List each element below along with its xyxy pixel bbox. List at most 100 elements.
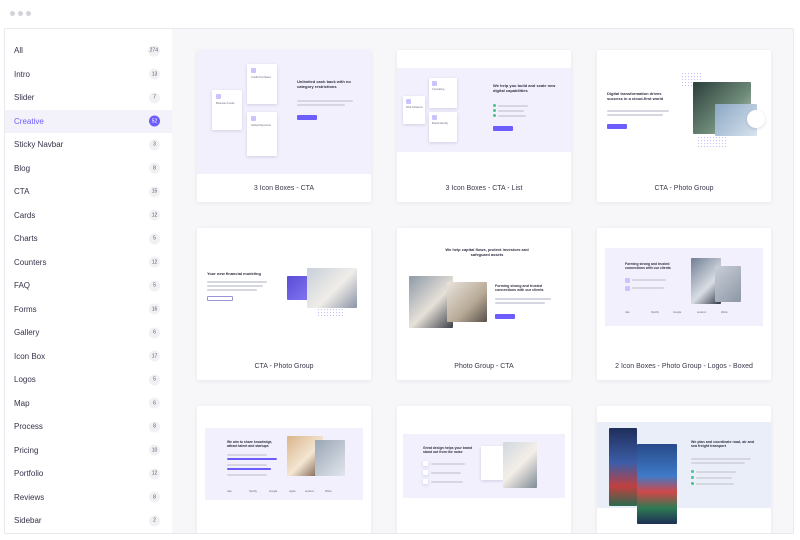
template-card[interactable]: Web Solutions Consulting Brand Identity … bbox=[397, 50, 571, 202]
window-dot[interactable] bbox=[26, 11, 31, 16]
preview-heading: Unlimited cash back with no category res… bbox=[297, 79, 351, 89]
box-label: Web Solutions bbox=[406, 106, 423, 109]
count-badge: 16 bbox=[149, 303, 160, 315]
preview-photo bbox=[447, 282, 487, 322]
count-badge: 3 bbox=[149, 139, 160, 151]
sidebar-item-label: Reviews bbox=[14, 492, 45, 502]
sidebar-item-label: Forms bbox=[14, 304, 37, 314]
template-card[interactable]: Business Funds Credit Purchases Global P… bbox=[197, 50, 371, 202]
logo: nike bbox=[227, 490, 232, 493]
count-badge: 2 bbox=[149, 515, 160, 527]
box-label: Credit Purchases bbox=[251, 76, 271, 79]
preview-button bbox=[207, 296, 233, 301]
sidebar-item-charts[interactable]: Charts 5 bbox=[5, 227, 172, 251]
sidebar-item-map[interactable]: Map 6 bbox=[5, 392, 172, 416]
preview-icon-box: Consulting bbox=[429, 78, 457, 108]
template-preview: We plan and coordinate road, air and sea… bbox=[597, 406, 771, 530]
logo: nike bbox=[625, 311, 630, 314]
preview-icon-box: Brand Identity bbox=[429, 112, 457, 142]
sidebar-item-process[interactable]: Process 8 bbox=[5, 415, 172, 439]
box-icon bbox=[406, 99, 411, 104]
count-badge: 8 bbox=[149, 162, 160, 174]
card-title: 2 Icon Boxes - Photo Group - Logos - Box… bbox=[615, 363, 753, 370]
sidebar-item-label: Blog bbox=[14, 163, 31, 173]
count-badge: 8 bbox=[149, 421, 160, 433]
preview-icon-box: Web Solutions bbox=[403, 96, 425, 124]
template-card[interactable]: Forming strong and trusted connections w… bbox=[597, 228, 771, 380]
logo: Spotify bbox=[651, 311, 659, 314]
template-card[interactable]: We plan and coordinate road, air and sea… bbox=[597, 406, 771, 533]
window-dot[interactable] bbox=[10, 11, 15, 16]
template-card[interactable]: We aim to share knowledge, attract talen… bbox=[197, 406, 371, 533]
card-title: Photo Group - CTA bbox=[454, 363, 514, 370]
template-card[interactable]: We help capital flows, protect investors… bbox=[397, 228, 571, 380]
sidebar-item-label: Sticky Navbar bbox=[14, 140, 64, 150]
title-bar bbox=[0, 0, 800, 28]
template-preview: We help capital flows, protect investors… bbox=[397, 228, 571, 352]
preview-button bbox=[297, 115, 317, 120]
preview-heading: We help you build and scale new digital … bbox=[493, 83, 556, 93]
template-preview: We aim to share knowledge, attract talen… bbox=[197, 406, 371, 530]
count-badge: 12 bbox=[149, 209, 160, 221]
preview-stat-badge bbox=[747, 110, 765, 128]
count-badge: 17 bbox=[149, 350, 160, 362]
sidebar-item-logos[interactable]: Logos 5 bbox=[5, 368, 172, 392]
template-preview: Business Funds Credit Purchases Global P… bbox=[197, 50, 371, 174]
logo: Google bbox=[673, 311, 682, 314]
logo: Zillow bbox=[721, 311, 728, 314]
count-badge: 7 bbox=[149, 92, 160, 104]
sidebar-item-label: Icon Box bbox=[14, 351, 46, 361]
logo: amazon bbox=[697, 311, 707, 314]
sidebar-item-cta[interactable]: CTA 15 bbox=[5, 180, 172, 204]
box-label: Consulting bbox=[432, 88, 445, 91]
template-card[interactable]: Digital transformation drives success in… bbox=[597, 50, 771, 202]
sidebar-item-creative[interactable]: Creative 52 bbox=[5, 109, 172, 133]
sidebar-item-reviews[interactable]: Reviews 8 bbox=[5, 486, 172, 510]
sidebar-item-portfolio[interactable]: Portfolio 12 bbox=[5, 462, 172, 486]
sidebar-item-sticky-navbar[interactable]: Sticky Navbar 3 bbox=[5, 133, 172, 157]
card-title: 3 Icon Boxes - CTA bbox=[253, 185, 315, 192]
box-label: Global Payments bbox=[251, 124, 271, 127]
sidebar-item-pricing[interactable]: Pricing 10 bbox=[5, 439, 172, 463]
logo: Apple bbox=[289, 490, 296, 493]
count-badge: 15 bbox=[149, 186, 160, 198]
sidebar-item-intro[interactable]: Intro 13 bbox=[5, 63, 172, 87]
sidebar-item-counters[interactable]: Counters 12 bbox=[5, 251, 172, 275]
count-badge: 5 bbox=[149, 374, 160, 386]
preview-button bbox=[493, 126, 513, 131]
sidebar-item-sidebar[interactable]: Sidebar 2 bbox=[5, 509, 172, 533]
app-window: All 274 Intro 13 Slider 7 Creative 52 Sticky… bbox=[0, 0, 800, 540]
box-label: Business Funds bbox=[216, 102, 235, 105]
sidebar-item-faq[interactable]: FAQ 5 bbox=[5, 274, 172, 298]
preview-icon-box: Business Funds bbox=[212, 90, 242, 130]
template-card[interactable]: Your new financial modeling CTA - Photo … bbox=[197, 228, 371, 380]
sidebar-item-label: Charts bbox=[14, 234, 38, 244]
card-title: CTA - Photo Group bbox=[254, 363, 314, 370]
sidebar-item-gallery[interactable]: Gallery 6 bbox=[5, 321, 172, 345]
sidebar-item-all[interactable]: All 274 bbox=[5, 39, 172, 63]
sidebar-item-forms[interactable]: Forms 16 bbox=[5, 298, 172, 322]
box-icon bbox=[432, 115, 437, 120]
template-preview: Web Solutions Consulting Brand Identity … bbox=[397, 50, 571, 174]
box-icon bbox=[251, 116, 256, 121]
sidebar-item-blog[interactable]: Blog 8 bbox=[5, 157, 172, 181]
logo: Spotify bbox=[249, 490, 257, 493]
box-label: Brand Identity bbox=[432, 122, 449, 125]
sidebar-item-label: Process bbox=[14, 422, 43, 432]
preview-heading: Your new financial modeling bbox=[207, 271, 261, 276]
preview-heading: We help capital flows, protect investors… bbox=[445, 247, 529, 257]
card-title: 3 Icon Boxes - CTA - List bbox=[445, 185, 523, 192]
sidebar-item-label: Sidebar bbox=[14, 516, 42, 526]
sidebar-item-label: CTA bbox=[14, 187, 30, 197]
preview-icon-box: Credit Purchases bbox=[247, 64, 277, 104]
sidebar-item-cards[interactable]: Cards 12 bbox=[5, 204, 172, 228]
sidebar-item-label: Map bbox=[14, 398, 30, 408]
template-card[interactable]: Great design helps your brand stand out … bbox=[397, 406, 571, 533]
window-dot[interactable] bbox=[18, 11, 23, 16]
preview-photo bbox=[715, 266, 741, 302]
sidebar-item-icon-box[interactable]: Icon Box 17 bbox=[5, 345, 172, 369]
sidebar-item-slider[interactable]: Slider 7 bbox=[5, 86, 172, 110]
sidebar-item-label: FAQ bbox=[14, 281, 31, 291]
template-preview: Forming strong and trusted connections w… bbox=[597, 228, 771, 352]
count-badge: 10 bbox=[149, 444, 160, 456]
